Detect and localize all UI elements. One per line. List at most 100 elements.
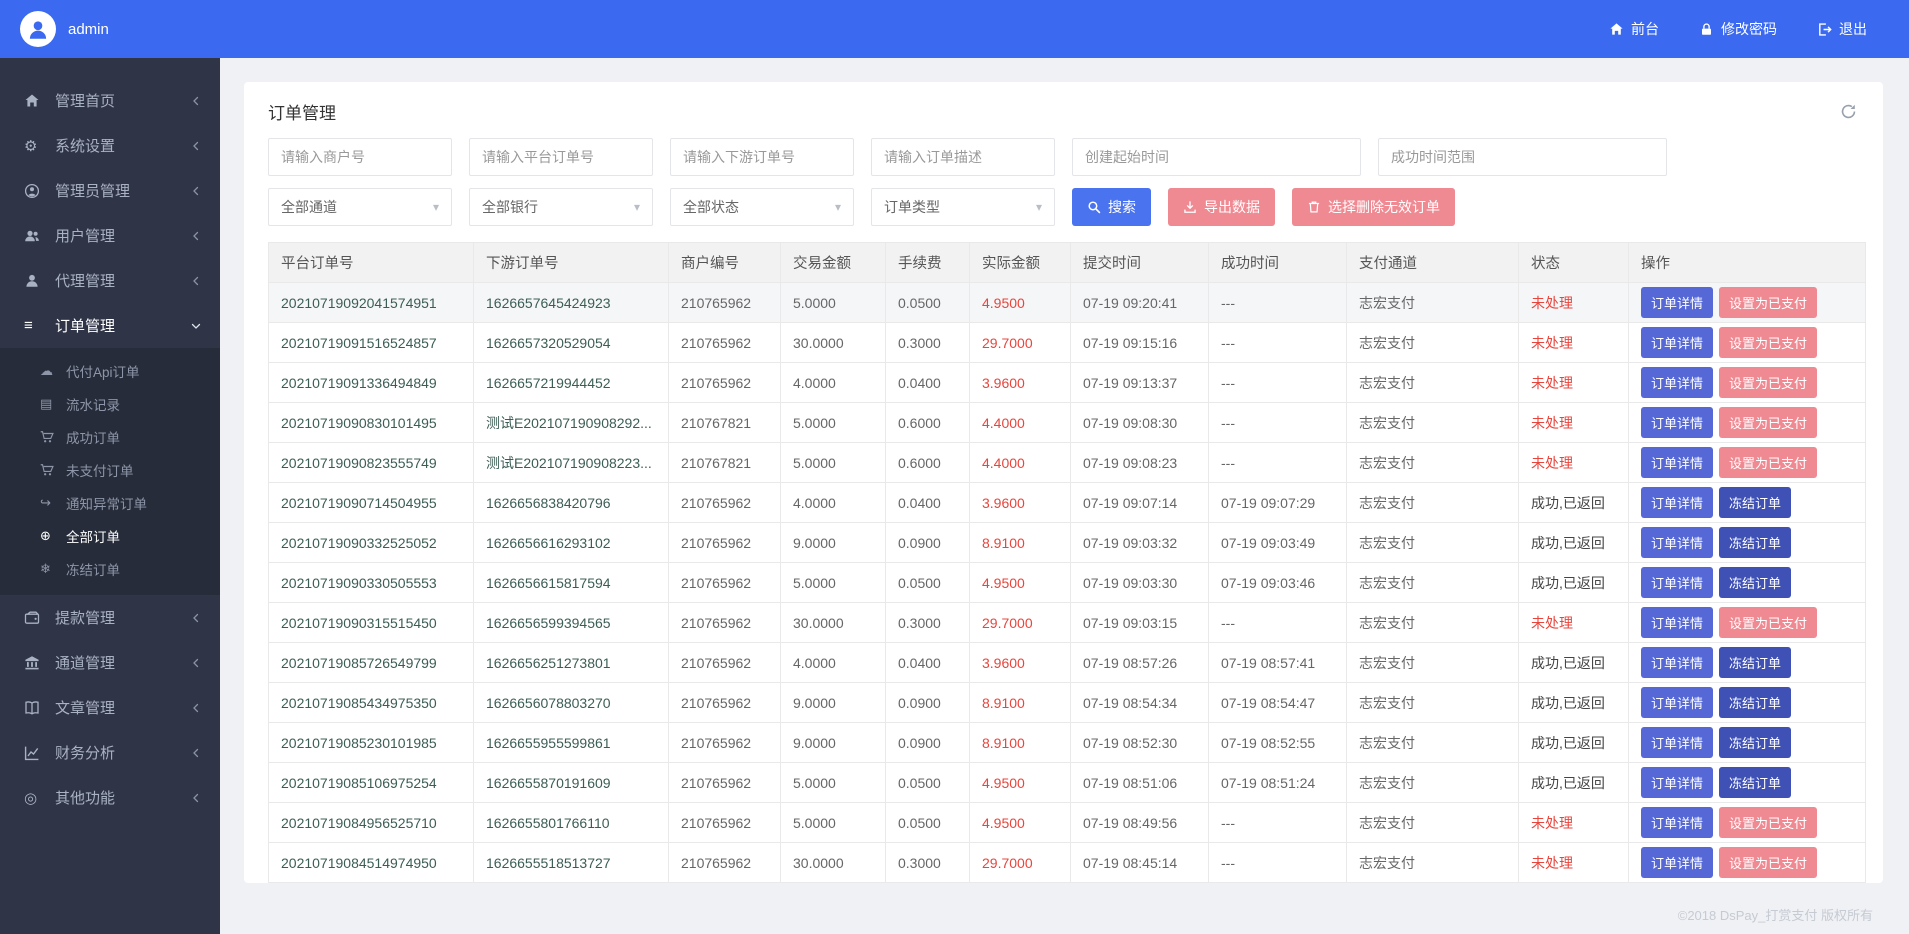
actual-amount: 3.9600 [970,363,1071,403]
order-detail-button[interactable]: 订单详情 [1641,607,1713,638]
set-paid-button[interactable]: 设置为已支付 [1719,847,1817,878]
set-paid-button[interactable]: 设置为已支付 [1719,447,1817,478]
sidebar: 管理首页⚙系统设置管理员管理用户管理代理管理≡订单管理 ☁ 代付Api订单 ▤流水记录… [0,58,220,934]
nav-frontend-label: 前台 [1631,19,1659,39]
sidebar-subitem-label: 通知异常订单 [66,493,147,513]
set-paid-button[interactable]: 设置为已支付 [1719,607,1817,638]
pay-channel: 志宏支付 [1347,403,1519,443]
set-paid-button[interactable]: 设置为已支付 [1719,287,1817,318]
order-detail-button[interactable]: 订单详情 [1641,527,1713,558]
globe-icon: ⊕ [40,528,57,544]
set-paid-button[interactable]: 设置为已支付 [1719,807,1817,838]
nav-frontend[interactable]: 前台 [1609,19,1659,39]
freeze-order-button[interactable]: 冻结订单 [1719,487,1791,518]
sidebar-subitem-frozen-orders[interactable]: ❄冻结订单 [0,552,220,585]
order-type-select[interactable]: 订单类型▾ [871,188,1055,226]
sidebar-item-finance-analysis[interactable]: 财务分析 [0,730,220,775]
sidebar-item-user-management[interactable]: 用户管理 [0,213,220,258]
order-detail-button[interactable]: 订单详情 [1641,687,1713,718]
trade-amount: 9.0000 [781,683,886,723]
freeze-order-button[interactable]: 冻结订单 [1719,567,1791,598]
actual-amount: 8.9100 [970,523,1071,563]
downstream-order-no: 1626655518513727 [474,843,669,883]
sidebar-item-admin-management[interactable]: 管理员管理 [0,168,220,213]
platform-order-no-input[interactable] [469,138,653,176]
sidebar-item-home[interactable]: 管理首页 [0,78,220,123]
success-time: --- [1209,443,1347,483]
set-paid-button[interactable]: 设置为已支付 [1719,367,1817,398]
avatar[interactable] [20,11,56,47]
nav-change-password[interactable]: 修改密码 [1699,19,1777,39]
order-detail-button[interactable]: 订单详情 [1641,407,1713,438]
export-data-button[interactable]: 导出数据 [1168,188,1275,226]
search-button-label: 搜索 [1108,197,1136,217]
cloud-icon: ☁ [40,363,57,379]
sidebar-subitem-notify-error-orders[interactable]: ↪通知异常订单 [0,486,220,519]
order-detail-button[interactable]: 订单详情 [1641,567,1713,598]
sidebar-subitem-label: 代付Api订单 [66,361,140,381]
sidebar-subitem-flow-records[interactable]: ▤流水记录 [0,387,220,420]
sidebar-subitem-api-pay-orders[interactable]: ☁ 代付Api订单 [0,354,220,387]
order-detail-button[interactable]: 订单详情 [1641,487,1713,518]
pay-channel: 志宏支付 [1347,563,1519,603]
search-button[interactable]: 搜索 [1072,188,1151,226]
success-time: --- [1209,603,1347,643]
submit-time: 07-19 09:03:32 [1071,523,1209,563]
fee: 0.0500 [886,283,970,323]
sidebar-item-channel-management[interactable]: 通道管理 [0,640,220,685]
username: admin [68,21,109,38]
trade-amount: 4.0000 [781,363,886,403]
sidebar-item-withdraw-management[interactable]: 提款管理 [0,595,220,640]
set-paid-button[interactable]: 设置为已支付 [1719,327,1817,358]
sidebar-item-article-management[interactable]: 文章管理 [0,685,220,730]
order-detail-button[interactable]: 订单详情 [1641,287,1713,318]
create-time-start-input[interactable] [1072,138,1361,176]
freeze-order-button[interactable]: 冻结订单 [1719,727,1791,758]
order-detail-button[interactable]: 订单详情 [1641,367,1713,398]
submit-time: 07-19 09:08:30 [1071,403,1209,443]
platform-order-no: 20210719090330505553 [269,563,474,603]
sidebar-subitem-unpaid-orders[interactable]: 未支付订单 [0,453,220,486]
sidebar-item-agent-management[interactable]: 代理管理 [0,258,220,303]
cart-icon [40,430,57,444]
nav-logout[interactable]: 退出 [1817,19,1867,39]
platform-order-no: 20210719090714504955 [269,483,474,523]
order-detail-button[interactable]: 订单详情 [1641,727,1713,758]
channel-select[interactable]: 全部通道▾ [268,188,452,226]
freeze-order-button[interactable]: 冻结订单 [1719,767,1791,798]
pay-channel: 志宏支付 [1347,683,1519,723]
downstream-order-no-input[interactable] [670,138,854,176]
sidebar-item-order-management[interactable]: ≡订单管理 [0,303,220,348]
order-detail-button[interactable]: 订单详情 [1641,327,1713,358]
fee: 0.6000 [886,403,970,443]
order-desc-input[interactable] [871,138,1055,176]
actual-amount: 29.7000 [970,603,1071,643]
sidebar-item-system-settings[interactable]: ⚙系统设置 [0,123,220,168]
set-paid-button[interactable]: 设置为已支付 [1719,407,1817,438]
status-badge: 未处理 [1519,443,1629,483]
sidebar-item-other-functions[interactable]: ◎其他功能 [0,775,220,820]
merchant-no-input[interactable] [268,138,452,176]
order-detail-button[interactable]: 订单详情 [1641,847,1713,878]
sidebar-subitem-label: 全部订单 [66,526,120,546]
freeze-order-button[interactable]: 冻结订单 [1719,527,1791,558]
filter-inputs-row [268,138,1859,176]
refresh-button[interactable] [1838,101,1859,122]
order-detail-button[interactable]: 订单详情 [1641,767,1713,798]
status-select[interactable]: 全部状态▾ [670,188,854,226]
column-header: 操作 [1629,243,1866,283]
sidebar-subitem-success-orders[interactable]: 成功订单 [0,420,220,453]
actual-amount: 4.4000 [970,403,1071,443]
gear-icon: ⚙ [24,137,48,155]
order-detail-button[interactable]: 订单详情 [1641,807,1713,838]
chevron-left-icon [190,275,202,287]
order-detail-button[interactable]: 订单详情 [1641,647,1713,678]
delete-invalid-orders-button[interactable]: 选择删除无效订单 [1292,188,1455,226]
success-time-range-input[interactable] [1378,138,1667,176]
order-detail-button[interactable]: 订单详情 [1641,447,1713,478]
bank-select[interactable]: 全部银行▾ [469,188,653,226]
freeze-order-button[interactable]: 冻结订单 [1719,647,1791,678]
sidebar-item-label: 管理员管理 [55,180,190,201]
freeze-order-button[interactable]: 冻结订单 [1719,687,1791,718]
sidebar-subitem-all-orders[interactable]: ⊕ 全部订单 [0,519,220,552]
